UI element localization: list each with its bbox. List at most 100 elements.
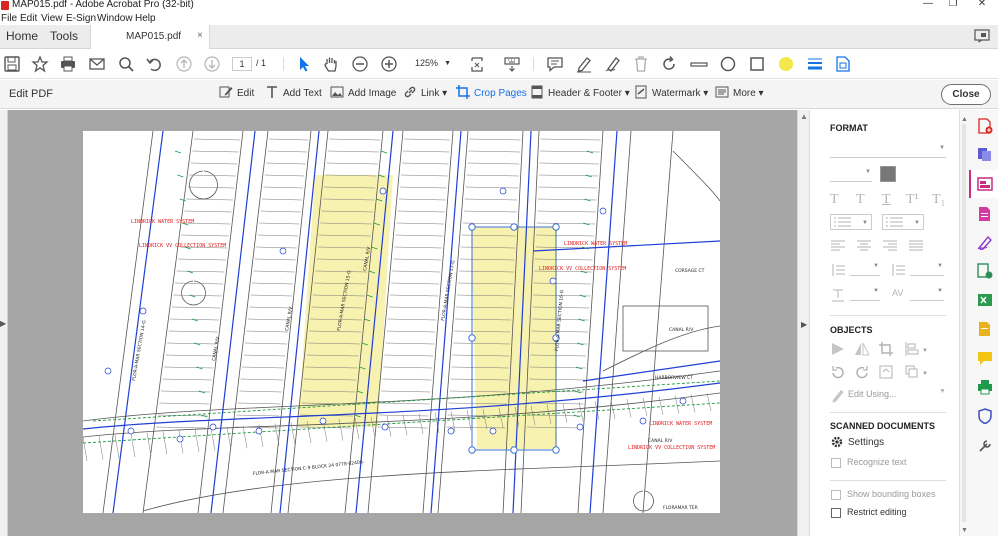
- edit-using-label[interactable]: Edit Using...: [848, 389, 897, 399]
- horizontal-scaling-icon[interactable]: [830, 287, 846, 303]
- add-image-button[interactable]: Add Image: [330, 85, 396, 103]
- header-footer-button[interactable]: Header & Footer ▾: [530, 85, 630, 103]
- zoom-out-icon[interactable]: [351, 55, 369, 73]
- add-text-button[interactable]: Add Text: [265, 85, 322, 103]
- flip-vertical-icon[interactable]: [830, 341, 846, 357]
- more-button[interactable]: More ▾: [715, 85, 764, 103]
- bookmark-star-icon[interactable]: [31, 55, 49, 73]
- menu-window[interactable]: Window: [97, 12, 133, 25]
- align-center-icon[interactable]: [856, 238, 872, 254]
- color-picker-icon[interactable]: [777, 55, 795, 73]
- document-vertical-scrollbar[interactable]: ▲ ▶: [797, 110, 809, 536]
- panel-scrollbar[interactable]: ▲ ▼: [960, 110, 968, 536]
- edit-button[interactable]: Edit: [219, 85, 254, 103]
- text-superscript-icon[interactable]: T¹: [906, 192, 919, 208]
- show-bounding-boxes-checkbox[interactable]: [831, 490, 841, 500]
- close-edit-button[interactable]: Close: [941, 84, 991, 105]
- keyboard-tools-icon[interactable]: [503, 55, 521, 73]
- undo-icon[interactable]: [145, 55, 163, 73]
- collapse-right-pane-icon[interactable]: ▶: [801, 320, 807, 329]
- create-pdf-icon[interactable]: [977, 118, 993, 134]
- fill-sign-icon[interactable]: [977, 234, 993, 251]
- pdf-page[interactable]: LINDRICK WATER SYSTEM LINDRICK VV COLLEC…: [83, 131, 720, 513]
- line-weight-icon[interactable]: [806, 55, 824, 73]
- print-production-icon[interactable]: [977, 379, 993, 395]
- export-pdf-icon[interactable]: [977, 206, 993, 222]
- arrange-objects-icon[interactable]: ▼: [904, 364, 930, 380]
- paragraph-spacing-select[interactable]: ▼: [910, 262, 944, 276]
- rotate-right-icon[interactable]: [854, 364, 870, 380]
- next-page-icon[interactable]: [203, 55, 221, 73]
- rotate-icon[interactable]: [660, 55, 678, 73]
- zoom-level-select[interactable]: 125% ▼: [407, 56, 455, 71]
- page-display-icon[interactable]: [469, 55, 487, 73]
- text-underline-icon[interactable]: T: [882, 192, 891, 208]
- save-icon[interactable]: [3, 55, 21, 73]
- align-objects-icon[interactable]: ▼: [904, 341, 930, 357]
- flip-horizontal-icon[interactable]: [854, 341, 870, 357]
- close-window-button[interactable]: ✕: [972, 0, 992, 9]
- search-icon[interactable]: [117, 55, 135, 73]
- character-spacing-select[interactable]: ▼: [910, 287, 944, 301]
- line-tool-icon[interactable]: [690, 55, 708, 73]
- draw-tool-icon[interactable]: [604, 55, 622, 73]
- menu-help[interactable]: Help: [135, 12, 156, 25]
- horizontal-scaling-select[interactable]: ▼: [850, 287, 880, 301]
- align-justify-icon[interactable]: [908, 238, 924, 254]
- tab-tools[interactable]: Tools: [50, 29, 78, 43]
- export-excel-icon[interactable]: [977, 292, 993, 308]
- font-color-swatch[interactable]: [880, 166, 896, 182]
- line-spacing-icon[interactable]: [830, 262, 846, 278]
- watermark-button[interactable]: Watermark ▾: [634, 85, 708, 103]
- rotate-left-icon[interactable]: [830, 364, 846, 380]
- text-regular-icon[interactable]: T: [830, 192, 839, 208]
- more-tools-icon[interactable]: [977, 438, 993, 454]
- replace-image-icon[interactable]: [878, 364, 894, 380]
- menu-file[interactable]: File: [1, 12, 17, 25]
- text-italic-icon[interactable]: T: [856, 192, 865, 208]
- align-left-icon[interactable]: [830, 238, 846, 254]
- circle-tool-icon[interactable]: [719, 55, 737, 73]
- scroll-up-icon[interactable]: ▲: [800, 112, 808, 121]
- align-right-icon[interactable]: [882, 238, 898, 254]
- comment-icon[interactable]: [546, 55, 564, 73]
- close-tab-icon[interactable]: ×: [197, 30, 203, 41]
- hand-tool-icon[interactable]: [322, 55, 340, 73]
- tab-home[interactable]: Home: [6, 29, 38, 43]
- minimize-button[interactable]: —: [918, 0, 938, 9]
- menu-esign[interactable]: E-Sign: [66, 12, 96, 25]
- link-button[interactable]: Link ▾: [403, 85, 447, 103]
- bullet-list-select[interactable]: ▼: [830, 214, 872, 230]
- restrict-editing-checkbox[interactable]: [831, 508, 841, 518]
- crop-object-icon[interactable]: [878, 341, 894, 357]
- combine-files-icon[interactable]: [977, 146, 993, 162]
- numbered-list-select[interactable]: ▼: [882, 214, 924, 230]
- settings-label[interactable]: Settings: [848, 437, 884, 448]
- print-icon[interactable]: [59, 55, 77, 73]
- edit-pdf-rail-icon[interactable]: [977, 176, 993, 192]
- paragraph-spacing-icon[interactable]: [890, 262, 906, 278]
- page-number-input[interactable]: 1: [232, 57, 252, 71]
- menu-view[interactable]: View: [41, 12, 63, 25]
- menu-edit[interactable]: Edit: [20, 12, 37, 25]
- font-size-select[interactable]: ▼: [830, 168, 872, 182]
- expand-left-pane-icon[interactable]: ▶: [0, 319, 6, 328]
- select-cursor-icon[interactable]: [295, 55, 313, 73]
- line-spacing-select[interactable]: ▼: [850, 262, 880, 276]
- share-screen-icon[interactable]: [974, 29, 990, 43]
- edit-pdf-icon[interactable]: [834, 55, 852, 73]
- email-icon[interactable]: [88, 55, 106, 73]
- protect-shield-icon[interactable]: [977, 408, 993, 425]
- comment-rail-icon[interactable]: [977, 350, 993, 366]
- crop-pages-button[interactable]: Crop Pages: [456, 85, 527, 103]
- previous-page-icon[interactable]: [175, 55, 193, 73]
- tab-document[interactable]: MAP015.pdf ×: [90, 25, 210, 50]
- organize-pages-icon[interactable]: [977, 263, 993, 279]
- rectangle-tool-icon[interactable]: [748, 55, 766, 73]
- highlight-pen-icon[interactable]: [575, 55, 593, 73]
- zoom-in-icon[interactable]: [380, 55, 398, 73]
- recognize-text-checkbox[interactable]: [831, 458, 841, 468]
- font-family-select[interactable]: ▼: [830, 144, 946, 158]
- text-subscript-icon[interactable]: T₁: [932, 192, 945, 208]
- delete-icon[interactable]: [632, 55, 650, 73]
